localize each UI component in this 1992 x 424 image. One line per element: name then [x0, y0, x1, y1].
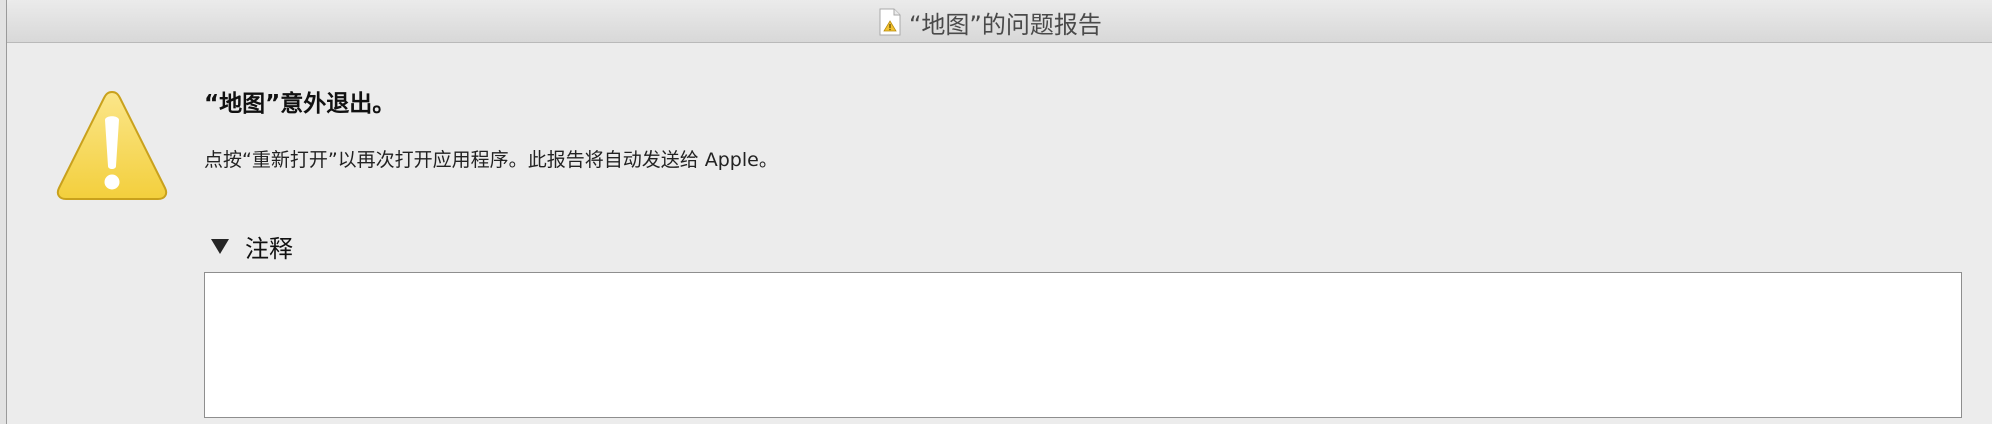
alert-message: 点按“重新打开”以再次打开应用程序。此报告将自动发送给 Apple。 — [204, 149, 778, 171]
title-bar[interactable]: “地图”的问题报告 — [7, 0, 1992, 43]
title-group: “地图”的问题报告 — [879, 7, 1102, 39]
problem-report-window: “地图”的问题报告 “地图”意外退出。 点按“重新打开”以再次打开应用程序。此报… — [6, 0, 1992, 424]
warning-document-icon — [879, 8, 901, 36]
alert-headline: “地图”意外退出。 — [204, 91, 396, 117]
warning-triangle-icon — [56, 90, 168, 200]
disclosure-triangle-down-icon[interactable] — [211, 239, 229, 254]
comments-label[interactable]: 注释 — [245, 229, 293, 264]
comments-text-area[interactable] — [204, 272, 1962, 418]
window-title: “地图”的问题报告 — [909, 10, 1102, 39]
comments-disclosure[interactable]: 注释 — [211, 229, 293, 264]
